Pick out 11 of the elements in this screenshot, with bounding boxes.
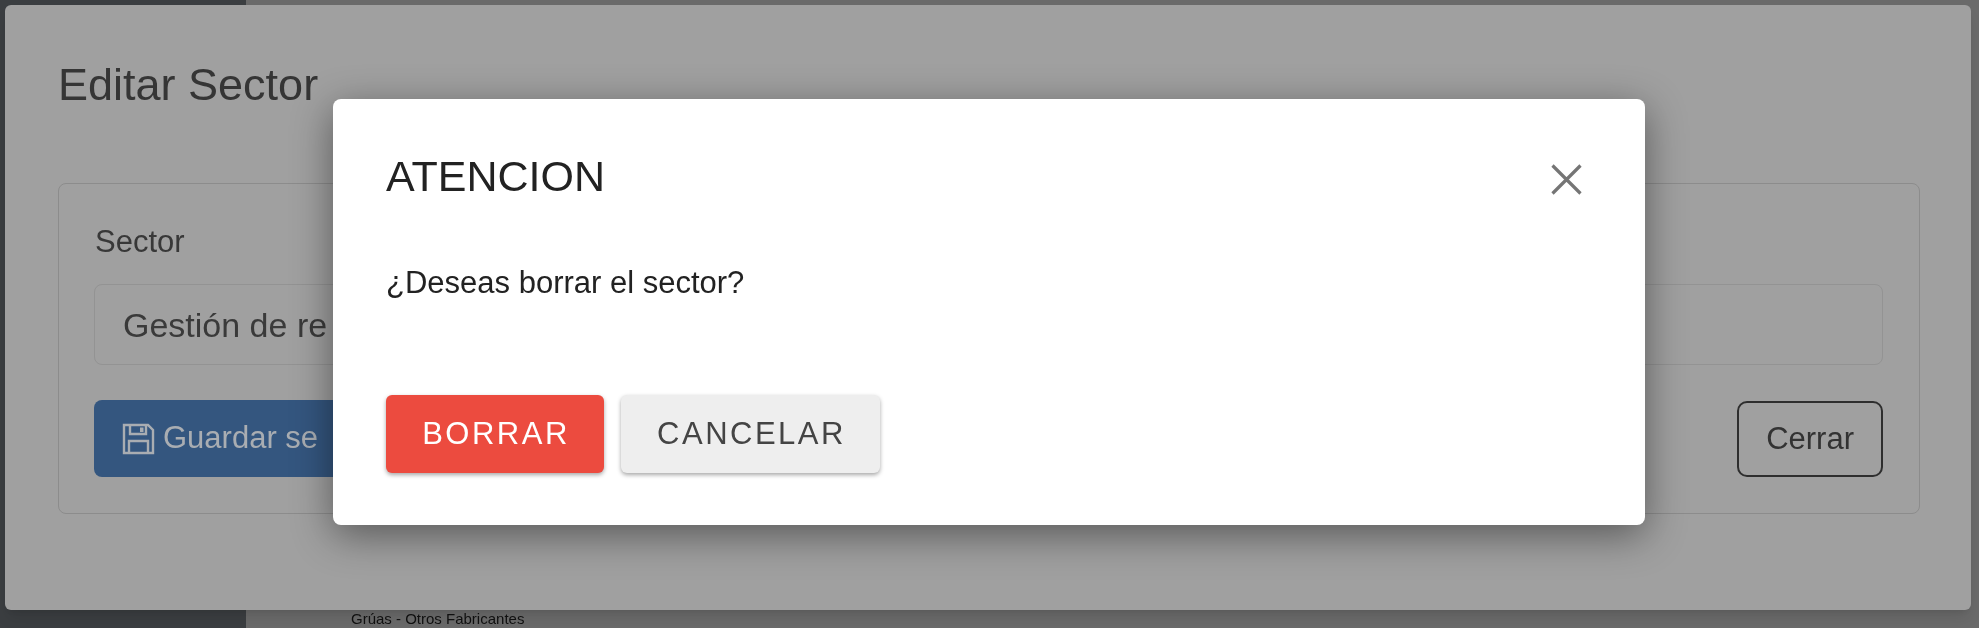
cancel-button[interactable]: CANCELAR <box>621 395 880 473</box>
modal-title: Editar Sector <box>58 62 319 107</box>
delete-button[interactable]: BORRAR <box>386 395 604 473</box>
close-icon[interactable] <box>1551 164 1582 195</box>
list-item-text: Grúas - Otros Fabricantes <box>351 611 525 627</box>
field-label: Sector <box>95 226 185 257</box>
dialog-title: ATENCION <box>386 155 605 198</box>
dialog-message: ¿Deseas borrar el sector? <box>386 267 745 298</box>
close-button[interactable]: Cerrar <box>1737 401 1883 477</box>
field-value: Gestión de re <box>123 307 328 342</box>
save-button[interactable]: Guardar se <box>94 400 333 477</box>
